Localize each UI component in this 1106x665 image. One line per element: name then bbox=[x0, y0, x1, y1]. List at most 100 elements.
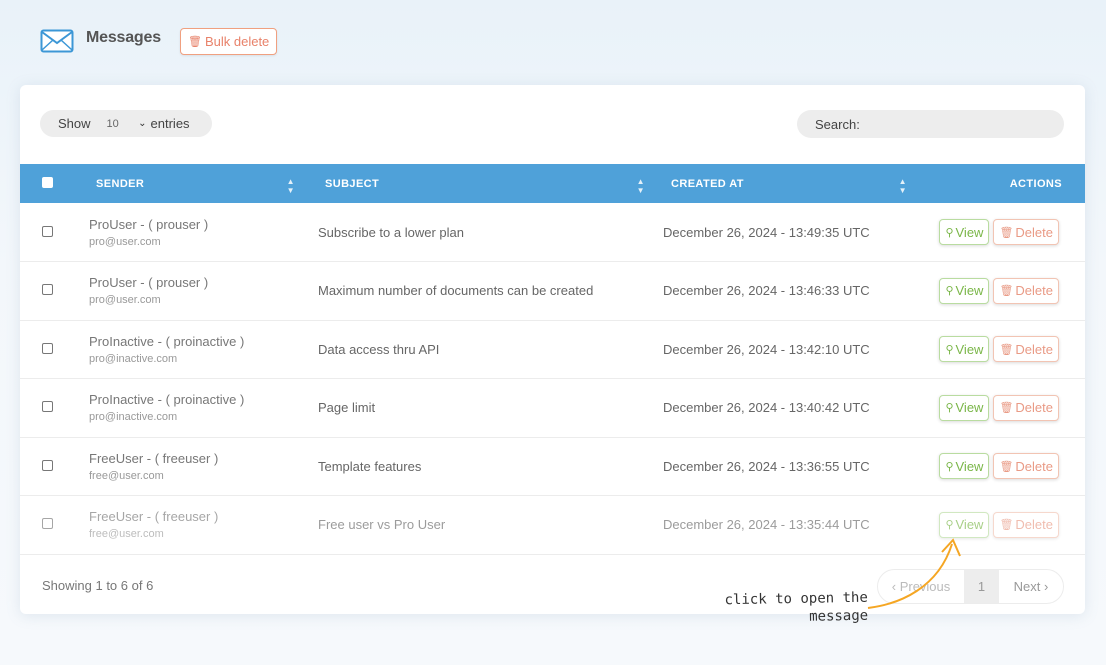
bulk-delete-label: Bulk delete bbox=[204, 34, 270, 49]
sender-cell: ProInactive - ( proinactive ) pro@inactiv… bbox=[89, 320, 301, 379]
next-label: Next bbox=[1013, 579, 1041, 594]
sender-name: ProInactive - ( proinactive ) bbox=[89, 333, 245, 349]
column-sender[interactable]: SENDER ▲ ▼ bbox=[96, 164, 301, 203]
sender-cell: FreeUser - ( freeuser ) free@user.com bbox=[89, 437, 301, 496]
row-checkbox[interactable] bbox=[42, 284, 53, 296]
trash-icon: 🗑 bbox=[999, 519, 1014, 532]
entries-value: 10 bbox=[106, 117, 119, 130]
sort-icon: ▲ ▼ bbox=[636, 177, 645, 195]
sender-email: pro@user.com bbox=[89, 235, 161, 248]
trash-icon: 🗑 bbox=[999, 226, 1014, 239]
delete-label: Delete bbox=[1015, 400, 1053, 416]
delete-label: Delete bbox=[1015, 224, 1053, 240]
subject-cell: Data access thru API bbox=[318, 341, 440, 357]
table-row: ProUser - ( prouser ) pro@user.com Maximum… bbox=[20, 262, 1085, 321]
page-title: Messages bbox=[86, 29, 161, 46]
delete-label: Delete bbox=[1015, 458, 1053, 474]
entries-select[interactable]: 10 ⌄ bbox=[107, 118, 147, 130]
entries-length-control: Show 10 ⌄ entries bbox=[40, 110, 212, 137]
search-input[interactable] bbox=[863, 116, 1044, 132]
next-page-button[interactable]: Next › bbox=[999, 570, 1063, 603]
sender-email: free@user.com bbox=[89, 528, 164, 541]
view-label: View bbox=[955, 341, 984, 357]
trash-icon: 🗑 bbox=[999, 402, 1014, 415]
sender-name: FreeUser - ( freeuser ) bbox=[89, 509, 219, 525]
row-checkbox[interactable] bbox=[42, 518, 53, 530]
actions-cell: ⚲ View 🗑 Delete bbox=[913, 379, 1085, 438]
column-actions-label: ACTIONS bbox=[1009, 177, 1062, 190]
sender-name: ProUser - ( prouser ) bbox=[89, 216, 209, 232]
search-icon: ⚲ bbox=[945, 460, 954, 473]
annotation-line-2: message bbox=[808, 607, 869, 625]
delete-button[interactable]: 🗑 Delete bbox=[993, 394, 1059, 421]
sort-icon: ▲ ▼ bbox=[898, 177, 907, 195]
table-row: ProInactive - ( proinactive ) pro@inactiv… bbox=[20, 379, 1085, 438]
search-icon: ⚲ bbox=[945, 285, 954, 298]
created-at-cell: December 26, 2024 - 13:49:35 UTC bbox=[663, 224, 870, 240]
subject-cell: Free user vs Pro User bbox=[318, 517, 446, 533]
search-control: Search: bbox=[797, 110, 1064, 138]
sender-email: pro@inactive.com bbox=[89, 411, 178, 424]
column-subject[interactable]: SUBJECT ▲ ▼ bbox=[301, 164, 651, 203]
view-button[interactable]: ⚲ View bbox=[939, 453, 990, 480]
created-at-cell: December 26, 2024 - 13:42:10 UTC bbox=[663, 341, 870, 357]
search-icon: ⚲ bbox=[945, 343, 954, 356]
row-checkbox[interactable] bbox=[42, 342, 53, 354]
row-select-cell bbox=[20, 320, 96, 379]
row-select-cell bbox=[20, 496, 96, 555]
messages-table: SENDER ▲ ▼ SUBJECT ▲ ▼ CREATED AT ▲ ▼ ACTIO… bbox=[20, 164, 1085, 555]
view-button[interactable]: ⚲ View bbox=[939, 336, 990, 363]
delete-button[interactable]: 🗑 Delete bbox=[993, 511, 1059, 538]
table-row: ProInactive - ( proinactive ) pro@inactiv… bbox=[20, 320, 1085, 379]
column-subject-label: SUBJECT bbox=[325, 177, 380, 190]
row-select-cell bbox=[20, 203, 96, 262]
trash-icon: 🗑 bbox=[999, 285, 1014, 298]
column-created-label: CREATED AT bbox=[671, 177, 744, 190]
sender-cell: ProUser - ( prouser ) pro@user.com bbox=[89, 203, 301, 262]
row-checkbox[interactable] bbox=[42, 459, 53, 471]
view-label: View bbox=[955, 283, 984, 299]
row-select-cell bbox=[20, 379, 96, 438]
entries-label: entries bbox=[150, 116, 190, 131]
table-info: Showing 1 to 6 of 6 bbox=[42, 578, 154, 593]
annotation-arrow-icon bbox=[867, 538, 961, 609]
delete-button[interactable]: 🗑 Delete bbox=[993, 336, 1059, 363]
delete-button[interactable]: 🗑 Delete bbox=[993, 277, 1059, 304]
row-checkbox[interactable] bbox=[42, 225, 53, 237]
created-at-cell: December 26, 2024 - 13:40:42 UTC bbox=[663, 400, 870, 416]
show-label: Show bbox=[58, 116, 91, 131]
actions-cell: ⚲ View 🗑 Delete bbox=[913, 320, 1085, 379]
search-icon: ⚲ bbox=[945, 226, 954, 239]
row-select-cell bbox=[20, 262, 96, 321]
column-actions: ACTIONS bbox=[913, 164, 1085, 203]
subject-cell: Subscribe to a lower plan bbox=[318, 224, 464, 240]
sort-icon: ▲ ▼ bbox=[286, 177, 295, 195]
page-header: Messages bbox=[40, 26, 161, 56]
column-created-at[interactable]: CREATED AT ▲ ▼ bbox=[651, 164, 913, 203]
view-button[interactable]: ⚲ View bbox=[939, 394, 990, 421]
search-icon: ⚲ bbox=[945, 402, 954, 415]
view-label: View bbox=[955, 224, 984, 240]
sender-cell: ProUser - ( prouser ) pro@user.com bbox=[89, 262, 301, 321]
view-button[interactable]: ⚲ View bbox=[939, 219, 990, 245]
sender-name: ProInactive - ( proinactive ) bbox=[89, 392, 245, 408]
trash-icon: 🗑 bbox=[188, 36, 202, 48]
bulk-delete-button[interactable]: 🗑 Bulk delete bbox=[180, 28, 278, 55]
subject-cell: Template features bbox=[318, 458, 422, 474]
actions-cell: ⚲ View 🗑 Delete bbox=[913, 262, 1085, 321]
delete-button[interactable]: 🗑 Delete bbox=[993, 453, 1059, 480]
view-button[interactable]: ⚲ View bbox=[939, 277, 990, 304]
table-header-row: SENDER ▲ ▼ SUBJECT ▲ ▼ CREATED AT ▲ ▼ ACTIO… bbox=[20, 164, 1085, 203]
sender-name: FreeUser - ( freeuser ) bbox=[89, 450, 219, 466]
chevron-down-icon: ⌄ bbox=[138, 118, 147, 129]
created-at-cell: December 26, 2024 - 13:46:33 UTC bbox=[663, 283, 870, 299]
delete-button[interactable]: 🗑 Delete bbox=[993, 219, 1059, 245]
select-all-checkbox[interactable] bbox=[42, 176, 53, 188]
created-at-cell: December 26, 2024 - 13:36:55 UTC bbox=[663, 458, 870, 474]
actions-cell: ⚲ View 🗑 Delete bbox=[913, 203, 1085, 262]
sender-cell: ProInactive - ( proinactive ) pro@inactiv… bbox=[89, 379, 301, 438]
row-checkbox[interactable] bbox=[42, 401, 53, 413]
annotation-note: click to open the message bbox=[722, 589, 869, 628]
subject-cell: Page limit bbox=[318, 400, 376, 416]
sender-email: free@user.com bbox=[89, 469, 164, 482]
